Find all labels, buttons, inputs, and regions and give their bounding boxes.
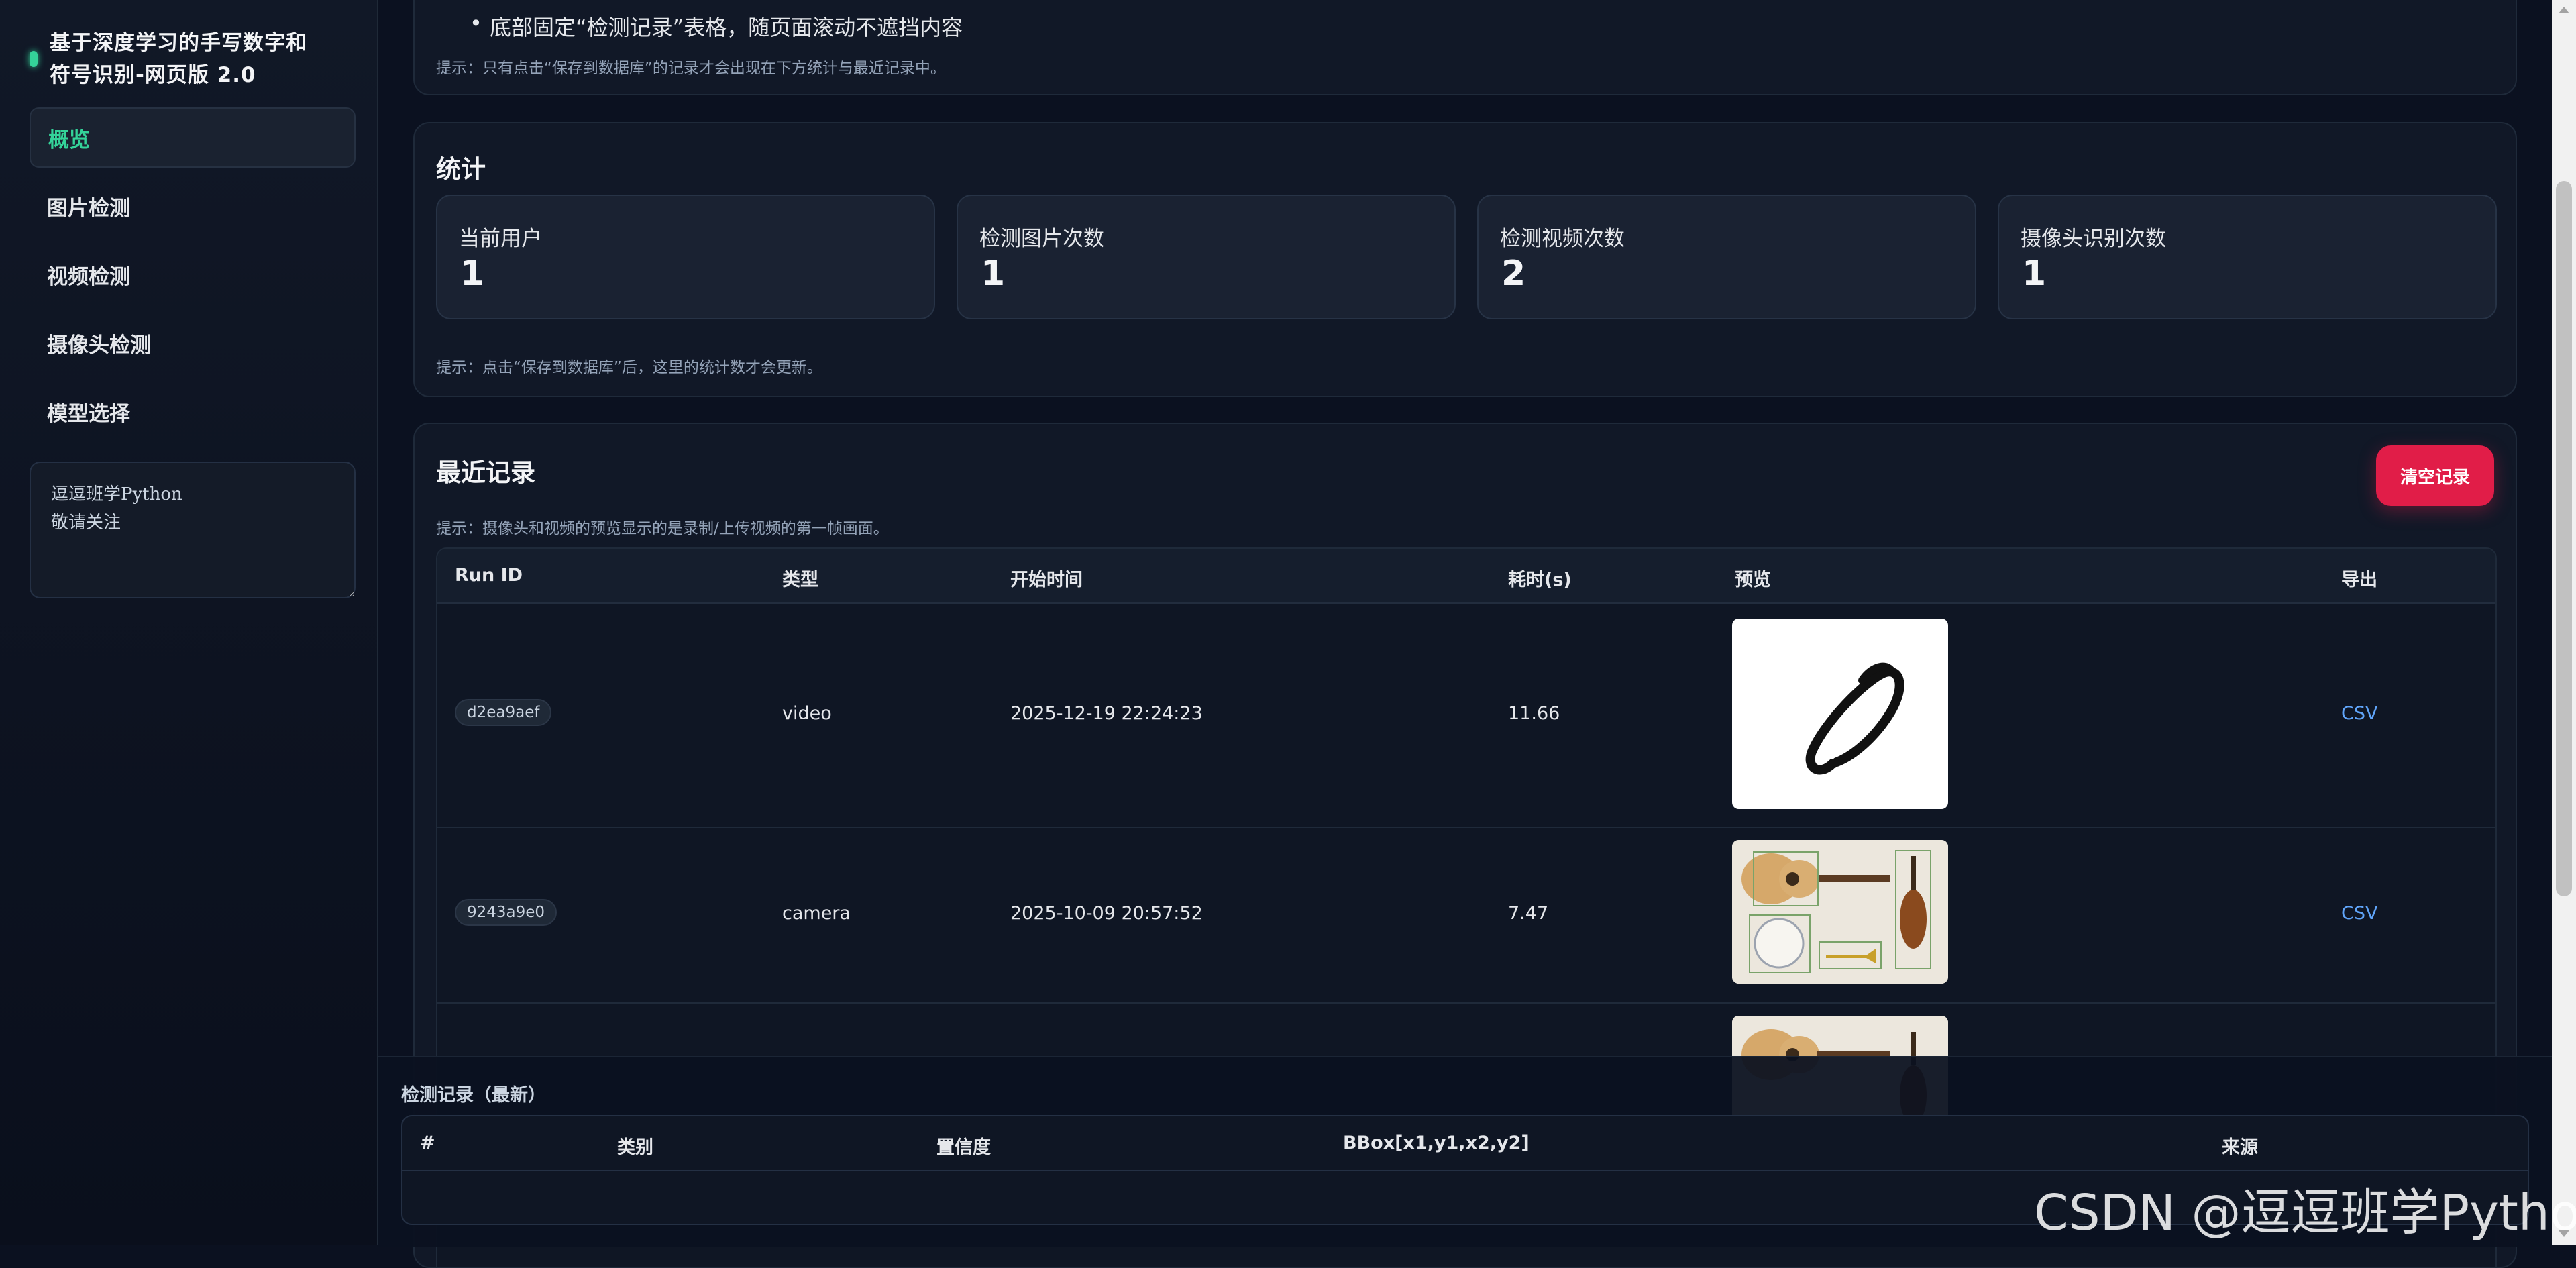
app-title: 基于深度学习的手写数字和 符号识别-网页版 2.0: [50, 27, 307, 91]
scrollbar-thumb[interactable]: [2556, 181, 2572, 896]
column-header-preview: 预览: [1735, 570, 1771, 590]
recent-tip: 提示：摄像头和视频的预览显示的是录制/上传视频的第一帧画面。: [436, 520, 889, 537]
table-row: d2ea9aef video 2025-12-19 22:24:23 11.66…: [437, 604, 2496, 828]
intro-tip: 提示：只有点击“保存到数据库”的记录才会出现在下方统计与最近记录中。: [436, 60, 946, 77]
export-csv-link[interactable]: CSV: [2341, 703, 2377, 724]
stat-label: 当前用户: [459, 227, 542, 251]
sidebar-item-model-selection[interactable]: 模型选择: [30, 381, 356, 441]
sidebar-item-image-detection[interactable]: 图片检测: [30, 176, 356, 236]
handwritten-symbol-icon: [1805, 662, 1904, 775]
column-header-class: 类别: [617, 1137, 653, 1158]
column-header-run-id: Run ID: [455, 565, 523, 586]
table-header: Run ID 类型 开始时间 耗时(s) 预览 导出: [437, 549, 2496, 604]
scroll-up-arrow-icon[interactable]: [2559, 7, 2569, 13]
column-header-type: 类型: [782, 570, 818, 590]
app-title-line-2: 符号识别-网页版 2.0: [50, 63, 256, 87]
type-cell: video: [782, 703, 832, 724]
column-header-bbox: BBox[x1,y1,x2,y2]: [1343, 1132, 1529, 1153]
recent-title: 最近记录: [436, 458, 535, 487]
notes-textarea[interactable]: [30, 462, 356, 598]
column-header-source: 来源: [2222, 1137, 2258, 1158]
stats-title: 统计: [436, 155, 486, 184]
instruments-photo-icon: [1732, 840, 1948, 984]
status-dot-icon: [30, 51, 38, 67]
column-header-index: #: [420, 1132, 435, 1153]
stat-value: 1: [2022, 254, 2047, 294]
page-scrollbar[interactable]: [2552, 0, 2576, 1245]
stat-label: 检测图片次数: [979, 227, 1104, 251]
table-row: 9243a9e0 camera 2025-10-09 20:57:52 7.47: [437, 827, 2496, 1004]
column-header-export: 导出: [2341, 570, 2377, 590]
sidebar-item-video-detection[interactable]: 视频检测: [30, 244, 356, 305]
stat-value: 1: [460, 254, 485, 294]
preview-image[interactable]: [1732, 619, 1948, 809]
feature-bullet: 底部固定“检测记录”表格，随页面滚动不遮挡内容: [470, 11, 963, 42]
watermark: CSDN @逗逗班学Python: [2034, 1184, 2576, 1242]
start-time-cell: 2025-12-19 22:24:23: [1010, 703, 1203, 724]
stat-image-count: 检测图片次数 1: [957, 195, 1456, 319]
stats-card: 统计 当前用户 1 检测图片次数 1 检测视频次数 2 摄像头识别次数 1 提示…: [413, 122, 2517, 397]
dock-title: 检测记录（最新）: [401, 1085, 546, 1106]
export-csv-link[interactable]: CSV: [2341, 903, 2377, 924]
stat-label: 摄像头识别次数: [2021, 227, 2166, 251]
stat-video-count: 检测视频次数 2: [1477, 195, 1976, 319]
sidebar-item-overview[interactable]: 概览: [30, 107, 356, 168]
type-cell: camera: [782, 903, 851, 924]
stat-value: 2: [1501, 254, 1526, 294]
column-header-start-time: 开始时间: [1010, 570, 1083, 590]
sidebar-item-camera-detection[interactable]: 摄像头检测: [30, 313, 356, 373]
stat-current-user: 当前用户 1: [436, 195, 935, 319]
stats-tip: 提示：点击“保存到数据库”后，这里的统计数才会更新。: [436, 359, 822, 376]
run-id-badge: 9243a9e0: [455, 899, 557, 926]
duration-cell: 11.66: [1508, 703, 1560, 724]
start-time-cell: 2025-10-09 20:57:52: [1010, 903, 1203, 924]
run-id-badge: d2ea9aef: [455, 699, 552, 726]
preview-image[interactable]: [1732, 840, 1948, 984]
clear-records-button[interactable]: 清空记录: [2376, 445, 2494, 506]
stat-camera-count: 摄像头识别次数 1: [1998, 195, 2497, 319]
column-header-duration: 耗时(s): [1508, 570, 1572, 590]
stat-value: 1: [981, 254, 1006, 294]
app-title-line-1: 基于深度学习的手写数字和: [50, 31, 307, 55]
duration-cell: 7.47: [1508, 903, 1549, 924]
stat-label: 检测视频次数: [1500, 227, 1625, 251]
dock-table-header: # 类别 置信度 BBox[x1,y1,x2,y2] 来源: [402, 1116, 2528, 1171]
sidebar: 基于深度学习的手写数字和 符号识别-网页版 2.0 概览 图片检测 视频检测 摄…: [0, 0, 378, 1245]
column-header-confidence: 置信度: [936, 1137, 991, 1158]
intro-card: 底部固定“检测记录”表格，随页面滚动不遮挡内容 提示：只有点击“保存到数据库”的…: [413, 0, 2517, 95]
sidebar-nav: 概览 图片检测 视频检测 摄像头检测 模型选择: [30, 107, 356, 450]
brand: 基于深度学习的手写数字和 符号识别-网页版 2.0: [30, 27, 352, 91]
